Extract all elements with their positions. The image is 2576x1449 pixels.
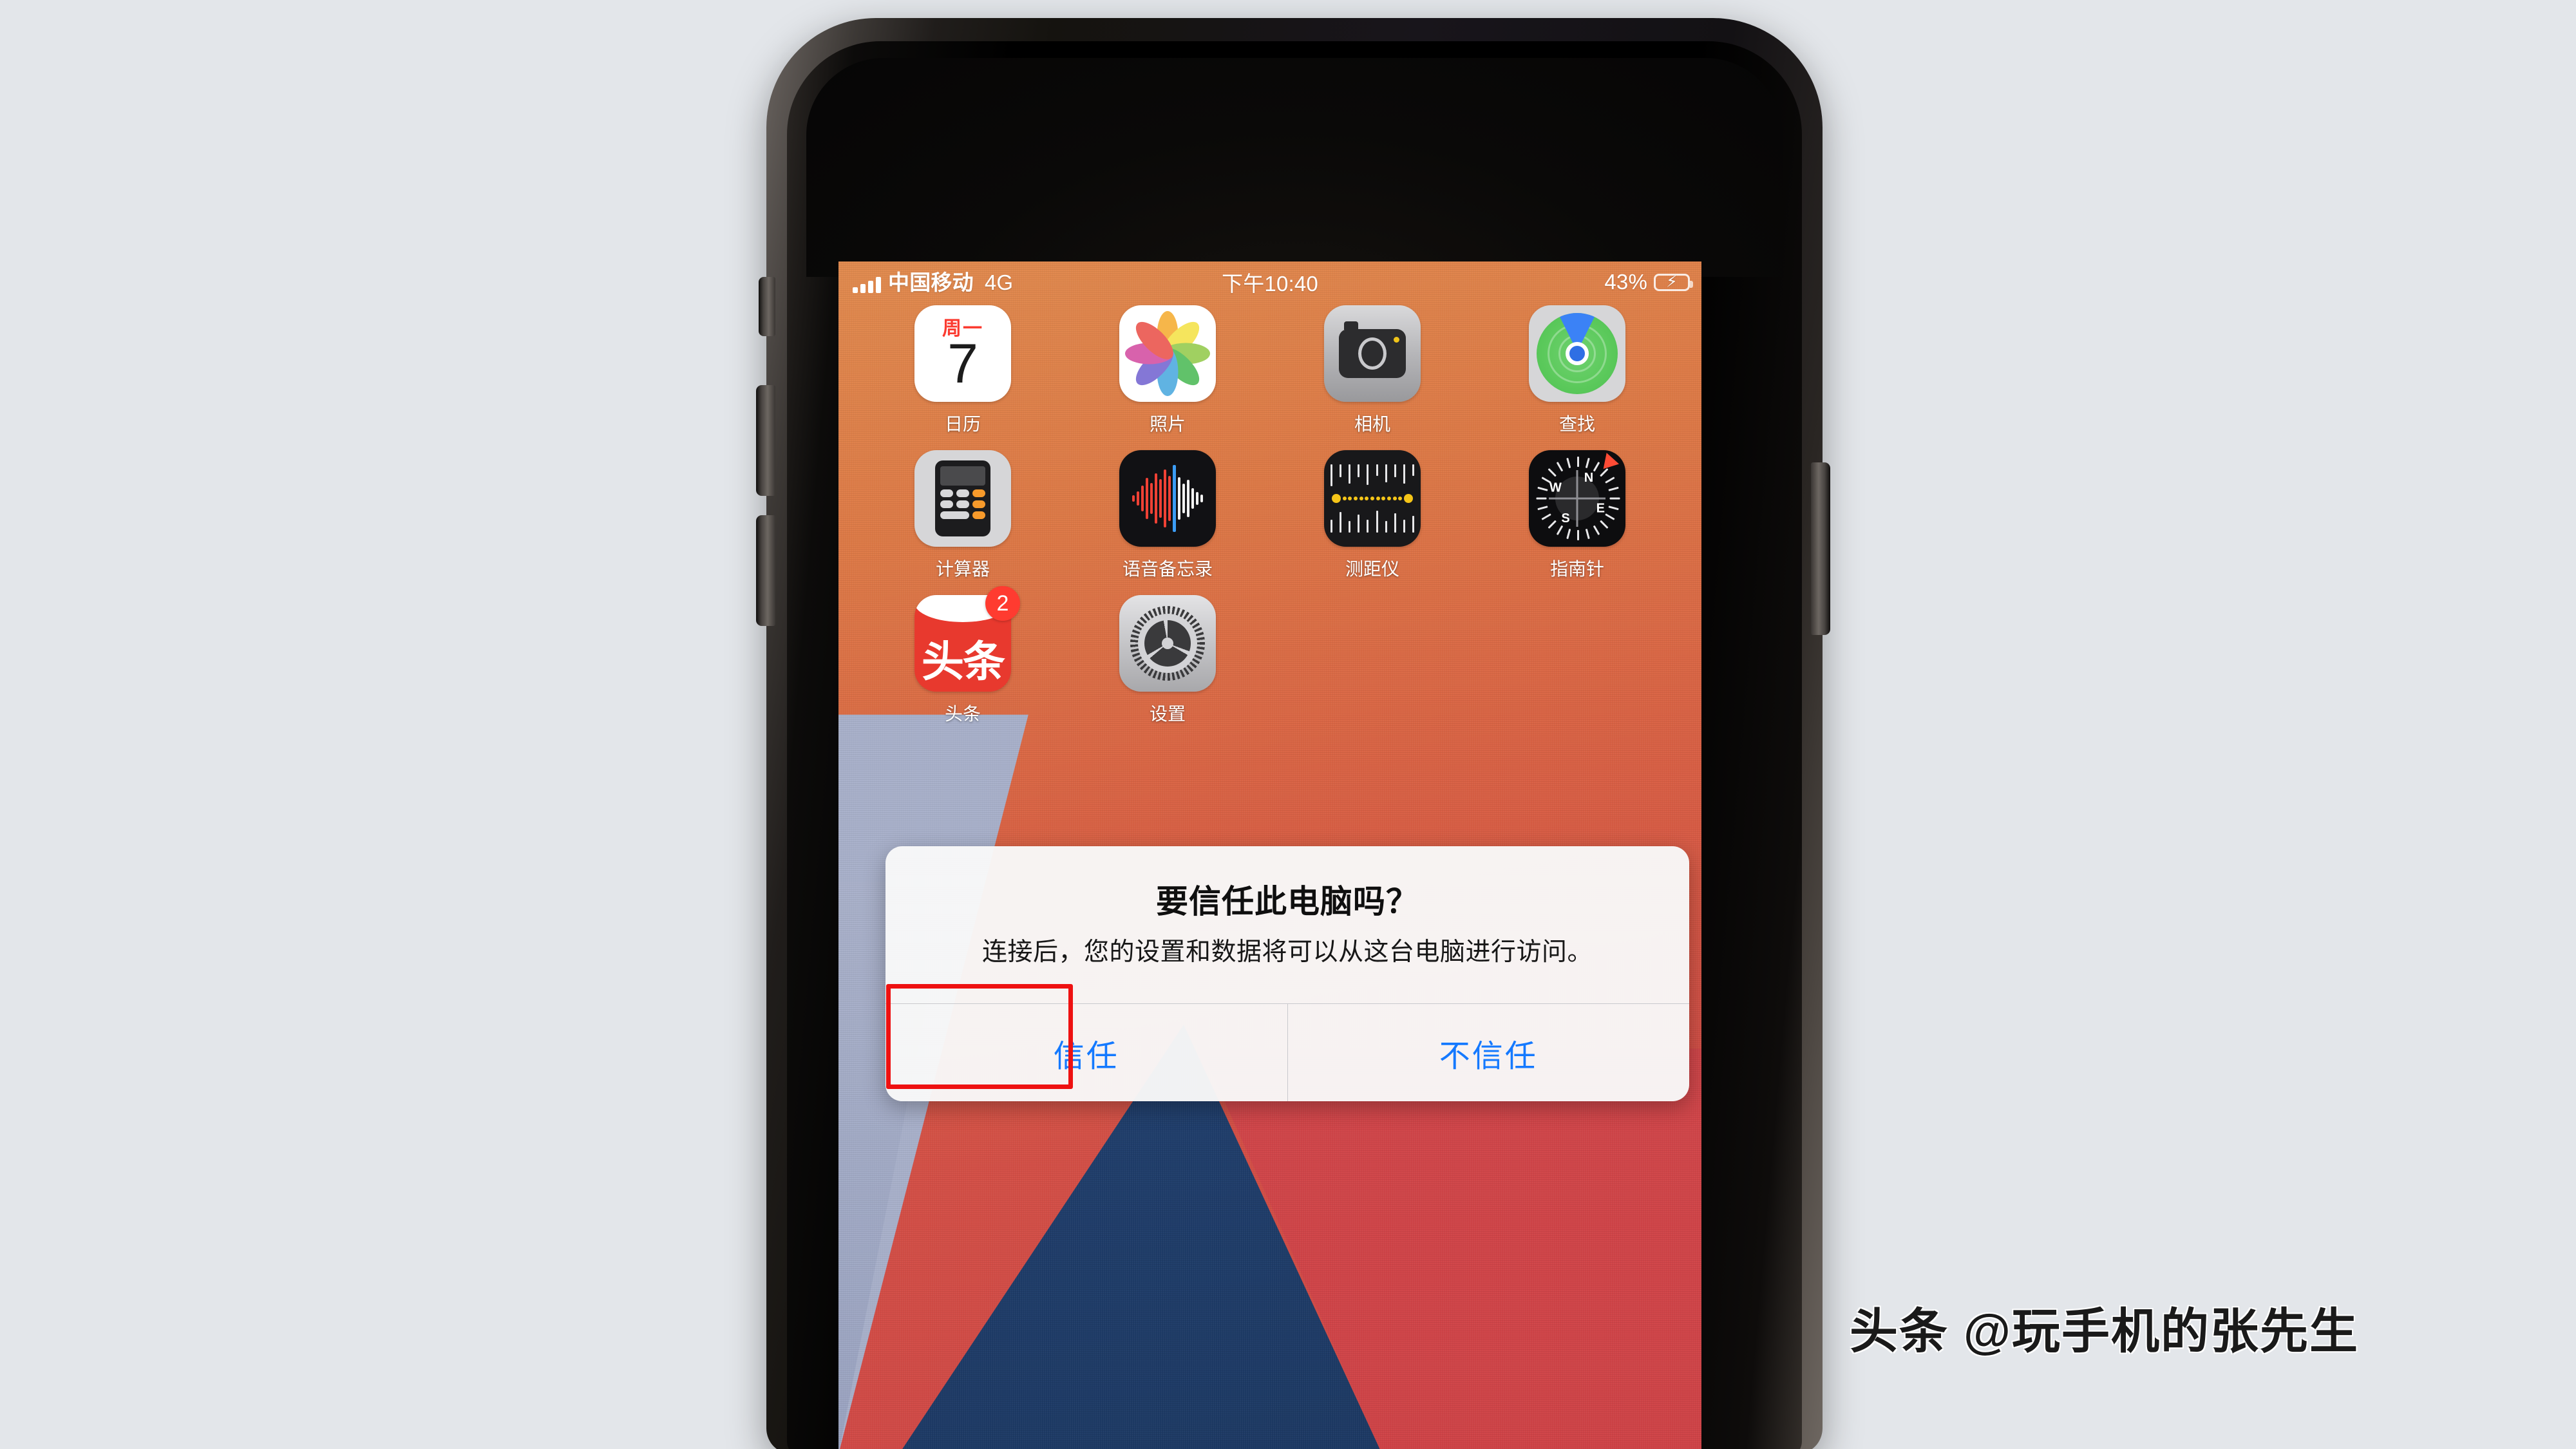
app-label: 测距仪 <box>1345 559 1399 579</box>
app-calendar[interactable]: 周一 7 日历 <box>860 305 1065 436</box>
app-camera[interactable]: 相机 <box>1270 305 1475 436</box>
camera-lens <box>1358 337 1387 370</box>
ruler-top <box>1331 464 1414 486</box>
trust-button[interactable]: 信任 <box>886 1004 1288 1102</box>
settings-gear-icon <box>1119 595 1216 692</box>
app-label: 头条 <box>944 704 981 724</box>
charging-bolt-icon: ⚡ <box>1666 272 1678 291</box>
calendar-day: 7 <box>947 333 978 395</box>
app-label: 计算器 <box>935 559 990 579</box>
gear-shape <box>1130 606 1205 681</box>
app-icon-wrap <box>1324 305 1421 402</box>
app-icon-wrap <box>1119 305 1216 402</box>
calculator-display <box>940 466 985 486</box>
calculator-keys <box>940 489 985 519</box>
compass-icon: N S E W <box>1529 450 1625 547</box>
app-icon-wrap: 周一 7 <box>914 305 1011 402</box>
waveform <box>1132 465 1203 532</box>
dialog-title: 要信任此电脑吗？ <box>1156 884 1419 920</box>
camera-flash-dot <box>1394 337 1399 343</box>
app-label: 照片 <box>1149 414 1186 434</box>
silent-switch-button[interactable] <box>759 277 775 336</box>
app-settings[interactable]: 设置 <box>1065 595 1270 726</box>
app-icon-wrap <box>1119 595 1216 692</box>
phone-top-glass <box>806 58 1783 277</box>
app-icon-wrap <box>914 450 1011 547</box>
app-icon-wrap <box>1119 450 1216 547</box>
app-grid: 周一 7 日历 照片 相机 查找 计算器 语音备忘录 测距仪 N S E W 指… <box>838 305 1701 726</box>
measure-icon <box>1324 450 1421 547</box>
calculator-body <box>935 460 990 536</box>
trust-this-computer-dialog: 要信任此电脑吗？ 连接后，您的设置和数据将可以从这台电脑进行访问。 信任 不信任 <box>886 846 1690 1102</box>
camera-body <box>1339 321 1406 378</box>
battery-icon: ⚡ <box>1654 272 1693 291</box>
compass-label-w: W <box>1549 480 1562 495</box>
find-my-radar <box>1537 313 1618 394</box>
voice-memos-icon <box>1119 450 1216 547</box>
app-label: 查找 <box>1558 414 1595 434</box>
app-find-my[interactable]: 查找 <box>1475 305 1680 436</box>
app-label: 设置 <box>1149 704 1186 724</box>
compass-label-n: N <box>1584 471 1594 485</box>
volume-up-button[interactable] <box>756 385 775 496</box>
radar-dot <box>1566 342 1589 365</box>
app-icon-wrap: N S E W <box>1529 450 1625 547</box>
calendar-icon: 周一 7 <box>914 305 1011 402</box>
app-label: 指南针 <box>1549 559 1604 579</box>
find-my-icon <box>1529 305 1625 402</box>
app-toutiao[interactable]: 头条 2 头条 <box>860 586 1065 726</box>
volume-down-button[interactable] <box>756 515 775 626</box>
compass-label-s: S <box>1561 511 1570 526</box>
dialog-message: 连接后，您的设置和数据将可以从这台电脑进行访问。 <box>981 938 1593 966</box>
watermark: 头条 @玩手机的张先生 <box>1850 1304 2359 1358</box>
app-voice-memos[interactable]: 语音备忘录 <box>1065 450 1270 581</box>
measure-dot-row <box>1332 494 1413 503</box>
app-icon-wrap: 头条 2 <box>914 586 1020 692</box>
status-bar: 中国移动 4G 下午10:40 43% ⚡ <box>838 261 1701 303</box>
app-label: 日历 <box>944 414 981 434</box>
power-button[interactable] <box>1811 462 1830 635</box>
app-calculator[interactable]: 计算器 <box>860 450 1065 581</box>
notification-badge: 2 <box>985 586 1020 621</box>
photos-icon <box>1119 305 1216 402</box>
dont-trust-button[interactable]: 不信任 <box>1288 1004 1690 1101</box>
dialog-body: 要信任此电脑吗？ 连接后，您的设置和数据将可以从这台电脑进行访问。 <box>886 846 1689 1003</box>
compass-label-e: E <box>1596 501 1605 516</box>
app-compass[interactable]: N S E W 指南针 <box>1475 450 1680 581</box>
calculator-icon <box>914 450 1011 547</box>
app-label: 语音备忘录 <box>1122 559 1213 579</box>
status-bar-clock: 下午10:40 <box>1222 272 1318 296</box>
app-icon-wrap <box>1324 450 1421 547</box>
toutiao-icon-text: 头条 <box>922 638 1005 685</box>
phone-screen: 中国移动 4G 下午10:40 43% ⚡ 周一 7 日历 照片 相机 查找 计… <box>838 261 1701 1449</box>
ruler-bottom <box>1331 511 1414 533</box>
gear-hub <box>1162 638 1173 649</box>
app-measure[interactable]: 测距仪 <box>1270 450 1475 581</box>
camera-icon <box>1324 305 1421 402</box>
app-icon-wrap <box>1529 305 1625 402</box>
app-photos[interactable]: 照片 <box>1065 305 1270 436</box>
app-label: 相机 <box>1354 414 1390 434</box>
dialog-actions: 信任 不信任 <box>886 1003 1690 1102</box>
